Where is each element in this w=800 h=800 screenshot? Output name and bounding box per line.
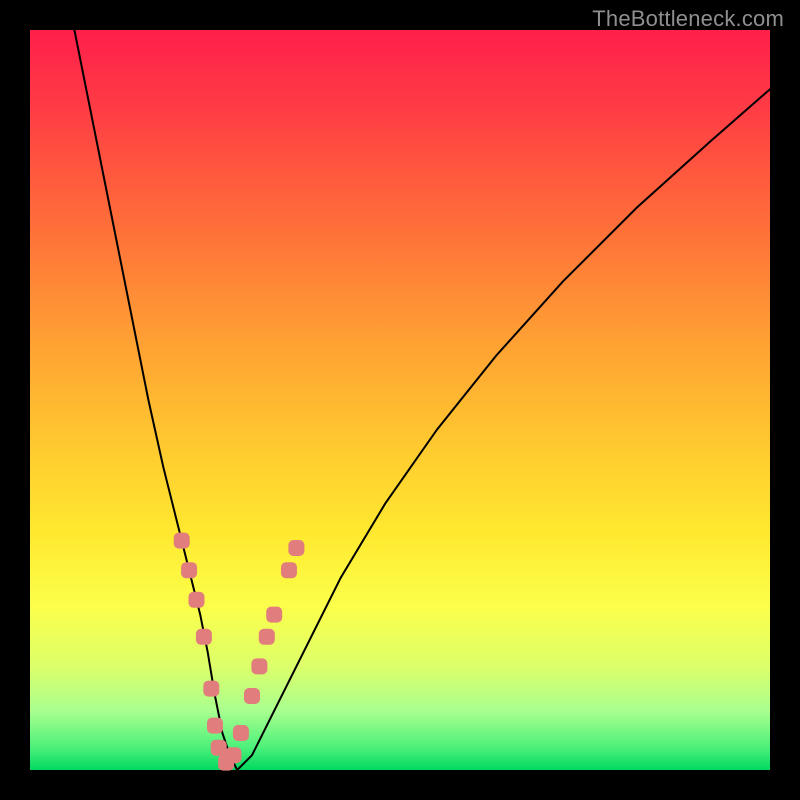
marker-point bbox=[259, 629, 275, 645]
marker-point bbox=[288, 540, 304, 556]
marker-point bbox=[207, 718, 223, 734]
watermark-text: TheBottleneck.com bbox=[592, 6, 784, 32]
highlight-markers bbox=[174, 533, 305, 771]
marker-point bbox=[281, 562, 297, 578]
chart-frame: TheBottleneck.com bbox=[0, 0, 800, 800]
marker-point bbox=[196, 629, 212, 645]
marker-point bbox=[189, 592, 205, 608]
curve-svg bbox=[30, 30, 770, 770]
marker-point bbox=[203, 681, 219, 697]
marker-point bbox=[211, 740, 227, 756]
marker-point bbox=[251, 658, 267, 674]
marker-point bbox=[181, 562, 197, 578]
marker-point bbox=[266, 607, 282, 623]
plot-area bbox=[30, 30, 770, 770]
marker-point bbox=[244, 688, 260, 704]
marker-point bbox=[233, 725, 249, 741]
marker-point bbox=[226, 747, 242, 763]
bottleneck-curve bbox=[74, 30, 770, 770]
marker-point bbox=[174, 533, 190, 549]
